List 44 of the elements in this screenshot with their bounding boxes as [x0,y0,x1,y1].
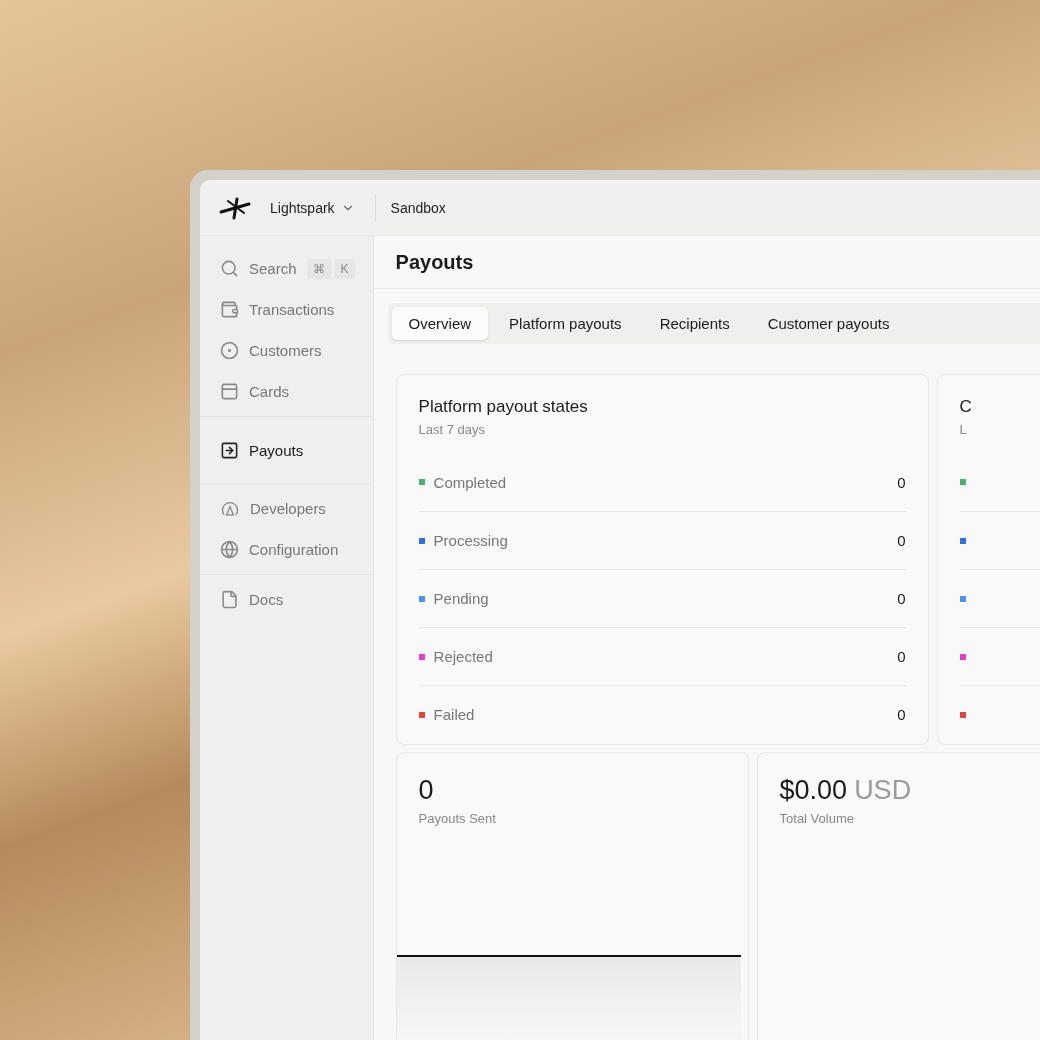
sidebar-item[interactable]: Developers [200,488,373,529]
globe-icon [220,540,239,559]
file-icon [220,590,239,609]
status-label: Failed [433,706,475,723]
circle-dot-icon [220,341,239,360]
sidebar-item[interactable]: Configuration [200,529,373,570]
tab[interactable]: Overview [391,307,489,340]
status-count: 0 [897,473,906,491]
search-item[interactable]: Search ⌘ K [200,248,373,289]
shortcut-key: K [334,258,355,279]
sidebar-item[interactable]: Payouts [200,421,373,479]
environment-label: Sandbox [390,199,446,216]
search-label: Search [249,260,297,277]
sidebar-item[interactable]: Docs [200,579,373,620]
card-title: Platform payout states [418,397,589,417]
shortcut-key: ⌘ [306,258,331,279]
tab[interactable]: Recipients [642,307,747,340]
card-title: C [959,397,973,417]
status-count: 0 [897,532,906,549]
window-icon [220,382,239,401]
tab[interactable]: Customer payouts [750,307,907,340]
search-icon [220,259,239,278]
stat-label: Total Volume [779,811,855,826]
stat-value: 0 [418,775,435,806]
stat-value: $0.00 USD [779,775,913,806]
arrow-square-icon [220,440,239,460]
stat-label: Payouts Sent [418,811,497,826]
sidebar-item[interactable]: Customers [200,330,373,371]
status-label: Pending [433,590,489,607]
card-subtitle: Last 7 days [418,422,487,437]
logo-icon [218,195,252,220]
page-title: Payouts [373,236,1040,289]
wallet-icon [220,300,239,319]
status-count: 0 [897,706,906,723]
sidebar-item[interactable]: Transactions [200,289,373,330]
status-label: Completed [433,473,507,491]
org-switcher[interactable]: Lightspark [270,194,376,221]
status-count: 0 [897,648,906,665]
sidebar-item[interactable]: Cards [200,371,373,412]
status-label: Processing [433,532,508,549]
tab[interactable]: Platform payouts [492,307,639,340]
status-label: Rejected [433,648,493,665]
status-count: 0 [897,590,906,607]
card-subtitle: L [959,422,968,437]
